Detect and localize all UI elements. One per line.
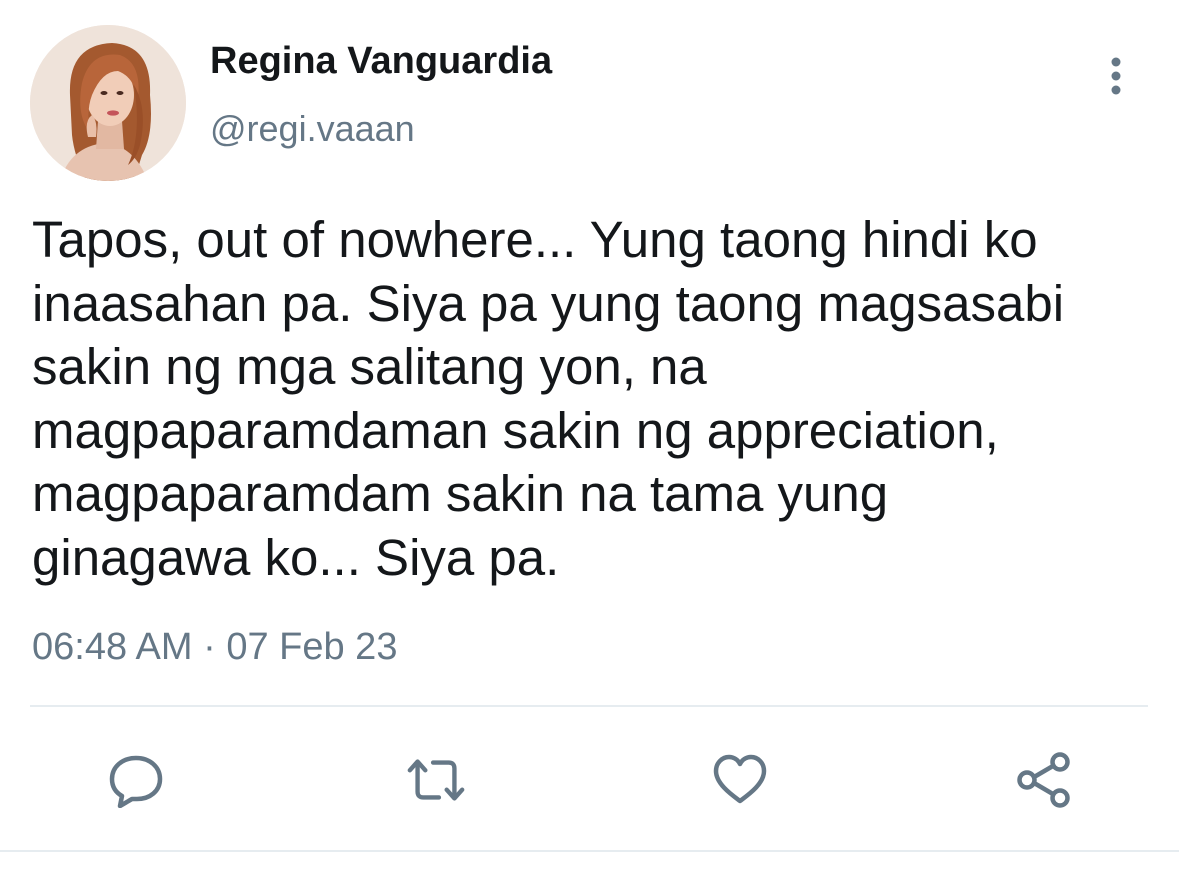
tweet-detail: Regina Vanguardia @regi.vaaan Tapos, out… [0,0,1179,870]
like-button[interactable] [708,750,772,810]
more-vertical-icon [1111,57,1121,95]
avatar[interactable] [30,25,186,181]
avatar-photo [30,25,186,181]
reply-button[interactable] [104,750,168,810]
retweet-button[interactable] [404,750,468,810]
more-options-button[interactable] [1096,52,1136,100]
share-button[interactable] [1012,750,1076,810]
divider [30,705,1148,707]
tweet-timestamp[interactable]: 06:48 AM · 07 Feb 23 [32,626,397,669]
display-name[interactable]: Regina Vanguardia [210,40,552,83]
share-icon [1017,752,1070,808]
bottom-divider [0,850,1179,852]
tweet-text: Tapos, out of nowhere... Yung taong hind… [32,211,1065,586]
heart-icon [713,754,767,804]
retweet-icon [407,759,465,801]
user-handle[interactable]: @regi.vaaan [210,108,415,150]
reply-bubble-icon [109,755,163,808]
